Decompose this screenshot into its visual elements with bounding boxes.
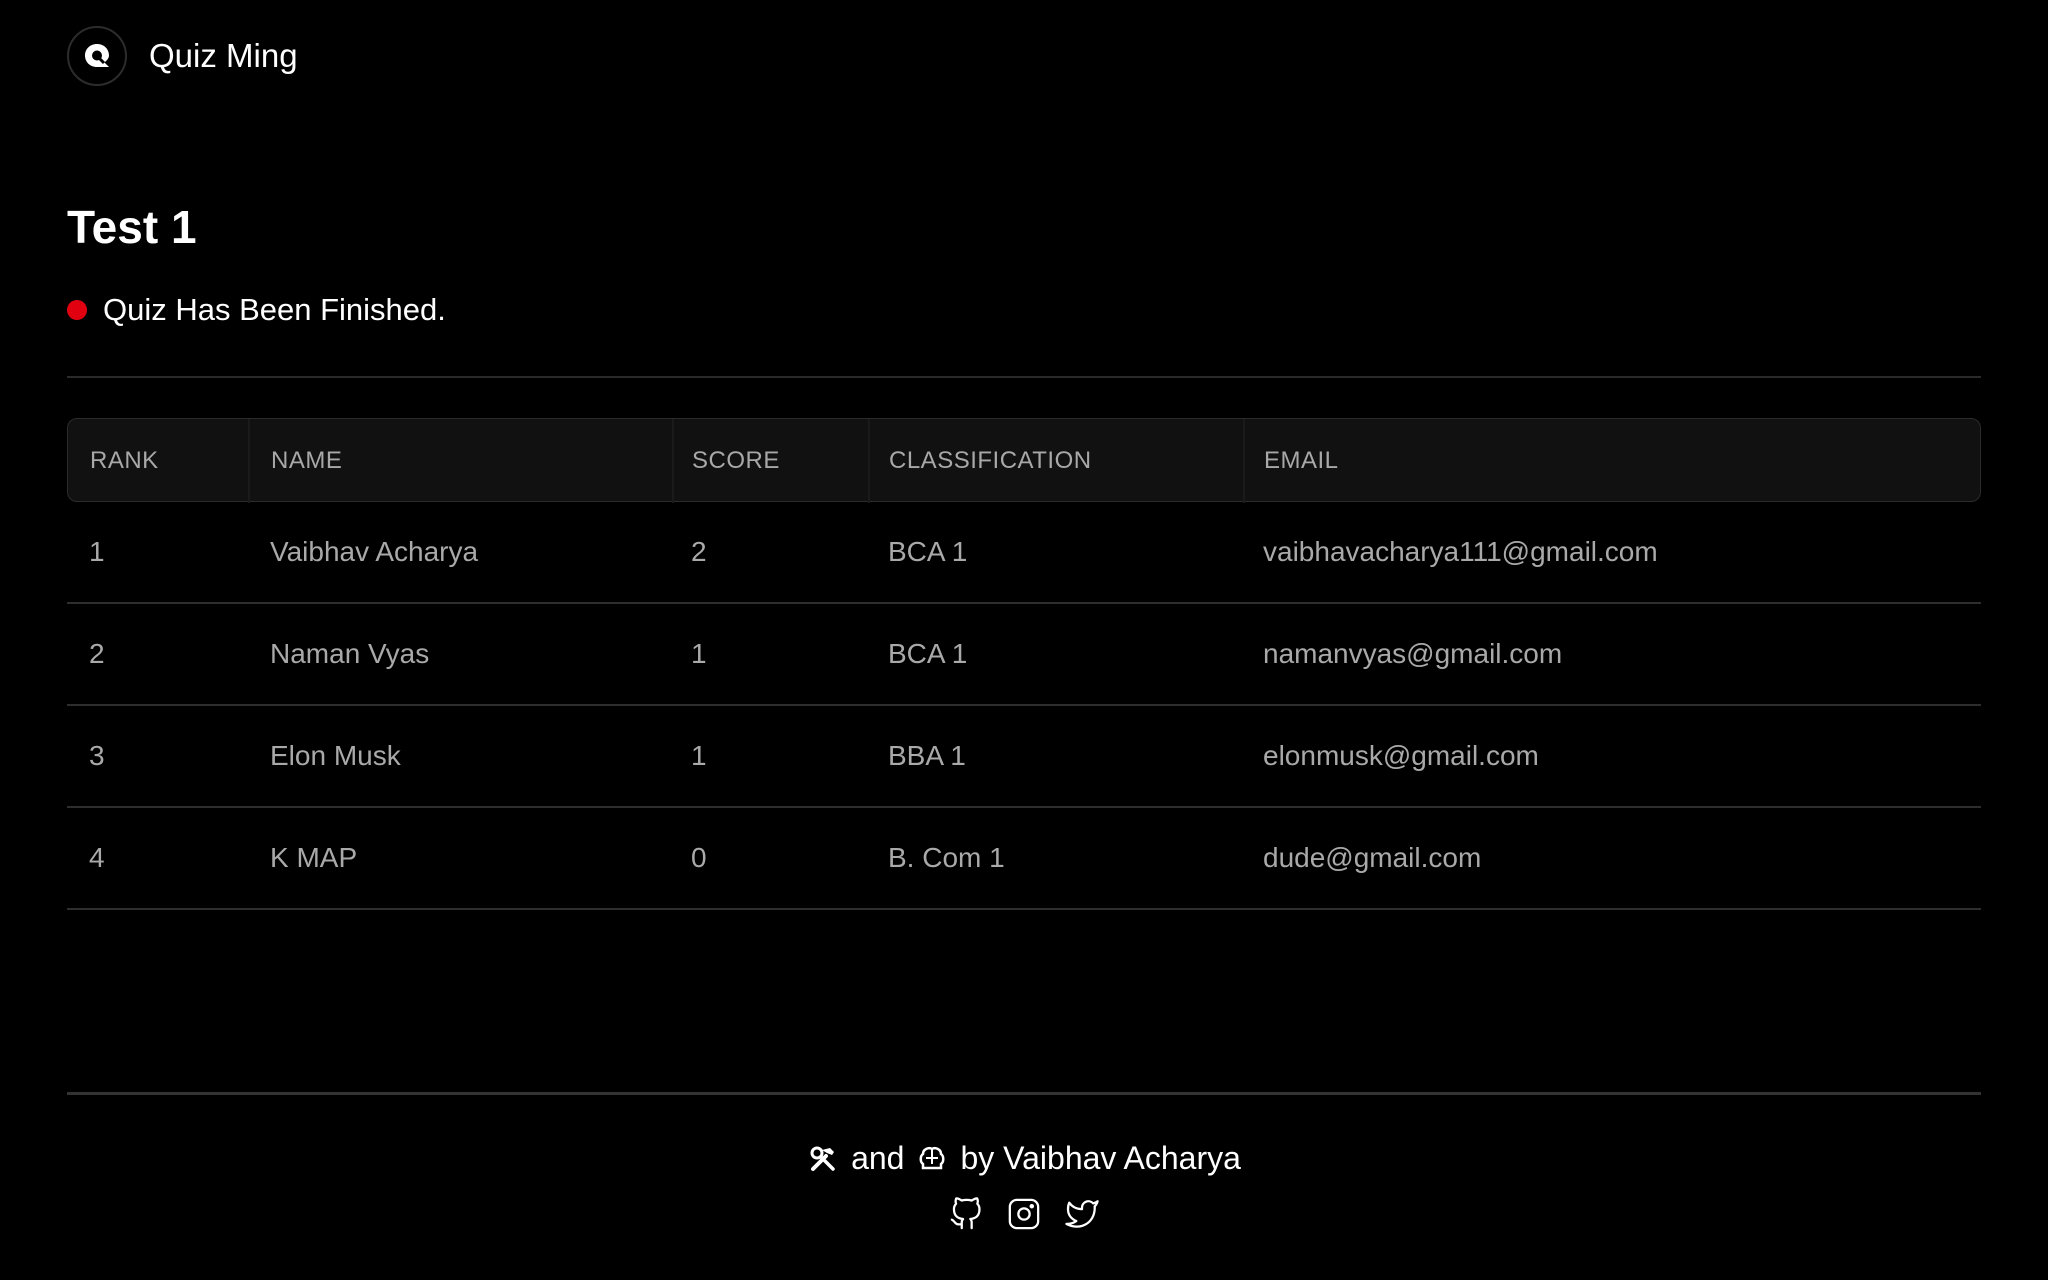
- cell-rank: 3: [89, 740, 105, 771]
- cell-rank: 2: [89, 638, 105, 669]
- column-header-email: EMAIL: [1264, 447, 1339, 474]
- cell-score: 2: [691, 536, 707, 567]
- cell-classification: BBA 1: [888, 740, 966, 771]
- twitter-icon[interactable]: [1064, 1196, 1100, 1232]
- instagram-icon[interactable]: [1006, 1196, 1042, 1232]
- column-header-classification: CLASSIFICATION: [889, 447, 1092, 474]
- brand-name[interactable]: Quiz Ming: [149, 37, 298, 75]
- cell-email: elonmusk@gmail.com: [1263, 740, 1539, 771]
- cell-score: 1: [691, 740, 707, 771]
- brain-icon: [916, 1143, 948, 1175]
- table-row: 4 K MAP 0 B. Com 1 dude@gmail.com: [67, 808, 1981, 910]
- cell-name: Vaibhav Acharya: [270, 536, 479, 567]
- cell-name: K MAP: [270, 842, 358, 873]
- cell-email: namanvyas@gmail.com: [1263, 638, 1563, 669]
- cell-name: Naman Vyas: [270, 638, 430, 669]
- footer-credit: and by Vaibhav Acharya: [0, 1140, 2048, 1177]
- hammer-wrench-icon: [807, 1143, 839, 1175]
- footer-and-text: and: [851, 1140, 905, 1176]
- cell-rank: 4: [89, 842, 105, 873]
- cell-score: 1: [691, 638, 707, 669]
- column-header-score: SCORE: [692, 447, 780, 474]
- column-header-name: NAME: [271, 447, 343, 474]
- cell-email: vaibhavacharya111@gmail.com: [1263, 536, 1658, 567]
- table-header: RANK NAME SCORE CLASSIFICATION EMAIL: [67, 418, 1981, 503]
- quiz-title: Test 1: [67, 201, 197, 253]
- social-links: [0, 1196, 2048, 1232]
- footer-divider: [67, 1092, 1981, 1095]
- quiz-status: Quiz Has Been Finished.: [67, 292, 446, 328]
- cell-email: dude@gmail.com: [1263, 842, 1482, 873]
- quiz-logo-icon[interactable]: [67, 26, 127, 86]
- column-separator: [672, 419, 674, 503]
- column-header-rank: RANK: [90, 447, 159, 474]
- cell-classification: B. Com 1: [888, 842, 1005, 873]
- github-icon[interactable]: [948, 1196, 984, 1232]
- leaderboard-table: RANK NAME SCORE CLASSIFICATION EMAIL 1 V…: [67, 418, 1981, 910]
- cell-classification: BCA 1: [888, 638, 968, 669]
- column-separator: [1243, 419, 1245, 503]
- cell-classification: BCA 1: [888, 536, 968, 567]
- status-dot-icon: [67, 300, 87, 320]
- column-separator: [248, 419, 250, 503]
- cell-rank: 1: [89, 536, 105, 567]
- table-row: 2 Naman Vyas 1 BCA 1 namanvyas@gmail.com: [67, 604, 1981, 706]
- status-text: Quiz Has Been Finished.: [103, 292, 446, 327]
- cell-score: 0: [691, 842, 707, 873]
- footer-author-text: by Vaibhav Acharya: [960, 1140, 1241, 1176]
- table-row: 1 Vaibhav Acharya 2 BCA 1 vaibhavacharya…: [67, 502, 1981, 604]
- divider: [67, 376, 1981, 378]
- column-separator: [868, 419, 870, 503]
- app-header: Quiz Ming: [67, 26, 298, 86]
- cell-name: Elon Musk: [270, 740, 401, 771]
- page: Quiz Ming Test 1 Quiz Has Been Finished.…: [0, 0, 2048, 1280]
- table-row: 3 Elon Musk 1 BBA 1 elonmusk@gmail.com: [67, 706, 1981, 808]
